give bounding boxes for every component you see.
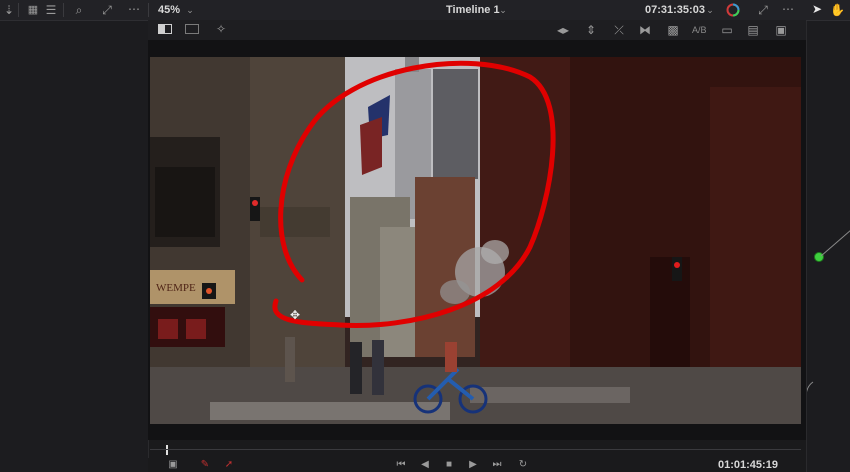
safe-area-icon[interactable]: ▤ (746, 23, 760, 37)
top-toolbar: ⇣ ▦ ☰ ⌕ ⤢ ⋯ 45% ⌄ Timeline 1 ⌄ 07:31:35:… (0, 0, 850, 21)
playback-timecode: 01:01:45:19 (718, 459, 778, 471)
flip-icon[interactable]: ⤫ (612, 23, 626, 37)
more-icon[interactable]: ⋯ (126, 2, 142, 16)
scrub-bar[interactable] (150, 444, 801, 456)
wipe-icon[interactable]: ◂▸ (556, 23, 570, 37)
transport-bar: ▣ ✎ ➚ ⏮ ◀ ■ ▶ ⏭ ↻ 01:01:45:19 (148, 458, 806, 472)
fullscreen-icon[interactable]: ⤢ (756, 3, 770, 17)
timeline-dropdown-icon[interactable]: ⌄ (497, 3, 509, 17)
viewer-toolbar: ✧ ◂▸ ⇕ ⤫ ⧓ ▩ A/B ▭ ▤ ▣ (148, 20, 806, 40)
compare-icon[interactable]: ▩ (666, 23, 680, 37)
ab-toggle[interactable]: A/B (692, 23, 707, 37)
mirror-icon[interactable]: ⧓ (638, 23, 652, 37)
viewer-fullscreen-icon[interactable]: ▣ (774, 23, 788, 37)
street-scene: WEMPE ✥ (150, 57, 801, 424)
annotation-draw-icon[interactable]: ✎ (198, 458, 212, 472)
stop-icon[interactable]: ■ (442, 458, 456, 472)
jump-start-icon[interactable]: ⏮ (394, 458, 408, 472)
node-connection-line (820, 230, 850, 257)
list-icon[interactable]: ☰ (44, 3, 58, 17)
step-back-icon[interactable]: ◀ (418, 458, 432, 472)
highlight-icon[interactable]: ▭ (720, 23, 734, 37)
single-viewer-icon[interactable] (158, 24, 172, 34)
jump-end-icon[interactable]: ⏭ (490, 458, 504, 472)
video-frame[interactable]: WEMPE ✥ (150, 57, 801, 424)
timecode-dropdown-icon[interactable]: ⌄ (704, 3, 716, 17)
zoom-level[interactable]: 45% (158, 3, 180, 17)
right-panel (806, 0, 850, 472)
download-icon[interactable]: ⇣ (2, 3, 16, 17)
loop-icon[interactable]: ↻ (516, 458, 530, 472)
magic-wand-icon[interactable]: ✧ (214, 22, 228, 36)
scrub-track (150, 449, 801, 450)
node-curve (807, 381, 814, 393)
zoom-dropdown-icon[interactable]: ⌄ (184, 3, 196, 17)
left-panel (0, 0, 149, 472)
more-options-icon[interactable]: ⋯ (780, 2, 796, 16)
dual-viewer-icon[interactable] (185, 24, 199, 34)
playhead[interactable] (166, 445, 168, 455)
color-wheel-icon[interactable] (726, 3, 740, 17)
hand-tool-icon[interactable]: ✋ (830, 3, 845, 17)
clip-view-icon[interactable]: ▣ (166, 458, 180, 472)
annotation-arrow-icon[interactable]: ➚ (222, 458, 236, 472)
pointer-tool-icon[interactable]: ➤ (810, 2, 824, 16)
timecode: 07:31:35:03 (645, 4, 705, 16)
timeline-name[interactable]: Timeline 1 (446, 3, 500, 17)
split-icon[interactable]: ⇕ (584, 23, 598, 37)
expand-icon[interactable]: ⤢ (100, 3, 114, 17)
play-icon[interactable]: ▶ (466, 458, 480, 472)
search-icon[interactable]: ⌕ (72, 3, 86, 17)
move-cursor-icon: ✥ (290, 308, 300, 322)
grid-icon[interactable]: ▦ (26, 3, 40, 17)
